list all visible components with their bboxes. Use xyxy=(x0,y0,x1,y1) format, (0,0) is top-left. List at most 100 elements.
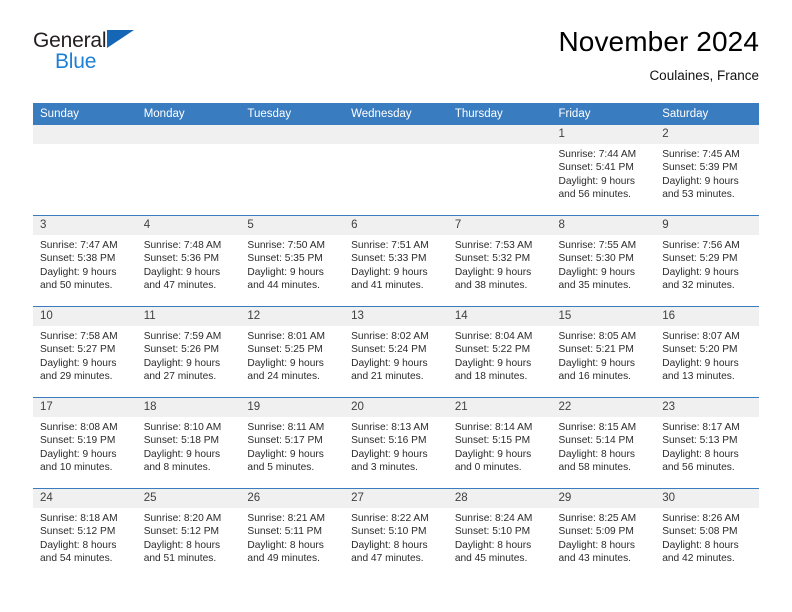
day-details: Sunrise: 8:24 AM Sunset: 5:10 PM Daylight:… xyxy=(448,508,552,566)
calendar-cell-day[interactable]: 8 Sunrise: 7:55 AM Sunset: 5:30 PM Daylight… xyxy=(551,215,656,307)
calendar-cell-day[interactable]: 21 Sunrise: 8:14 AM Sunset: 5:15 PM Dayligh… xyxy=(447,397,552,489)
day-sunset-text: Sunset: 5:10 PM xyxy=(454,526,531,538)
day-sunset-text: Sunset: 5:12 PM xyxy=(143,526,220,538)
day-sunset-text: Sunset: 5:09 PM xyxy=(558,526,634,538)
day-details: Sunrise: 8:18 AM Sunset: 5:12 PM Daylight:… xyxy=(33,508,137,566)
day-details: Sunrise: 7:53 AM Sunset: 5:32 PM Daylight:… xyxy=(448,235,552,293)
day-daylight1-text: Daylight: 9 hours xyxy=(143,448,221,460)
day-details: Sunrise: 8:07 AM Sunset: 5:20 PM Daylight:… xyxy=(655,326,759,384)
day-daylight2-text: and 49 minutes. xyxy=(247,553,320,565)
day-sunrise-text: Sunrise: 8:18 AM xyxy=(40,513,118,524)
calendar-cell-day[interactable]: 13 Sunrise: 8:02 AM Sunset: 5:24 PM Dayligh… xyxy=(344,306,448,398)
calendar-cell-day[interactable]: 18 Sunrise: 8:10 AM Sunset: 5:18 PM Dayligh… xyxy=(136,397,241,489)
day-daylight2-text: and 16 minutes. xyxy=(558,371,632,383)
day-details: Sunrise: 8:01 AM Sunset: 5:25 PM Daylight:… xyxy=(240,326,344,384)
calendar-cell-inner: 20 Sunrise: 8:13 AM Sunset: 5:16 PM Dayligh… xyxy=(344,398,448,488)
day-sunrise-text: Sunrise: 8:17 AM xyxy=(662,422,740,433)
day-sunrise-text: Sunrise: 8:25 AM xyxy=(558,513,637,524)
day-sunset-text: Sunset: 5:29 PM xyxy=(662,253,738,265)
calendar-cell-day[interactable]: 5 Sunrise: 7:50 AM Sunset: 5:35 PM Daylight… xyxy=(240,215,345,307)
day-sunset-text: Sunset: 5:12 PM xyxy=(40,526,116,538)
day-details: Sunrise: 8:02 AM Sunset: 5:24 PM Daylight:… xyxy=(344,326,448,384)
day-number: 4 xyxy=(136,216,241,235)
day-sunset-text: Sunset: 5:39 PM xyxy=(662,162,738,174)
calendar-header-row: Sunday Monday Tuesday Wednesday Thursday… xyxy=(33,103,759,125)
calendar-cell-day[interactable]: 28 Sunrise: 8:24 AM Sunset: 5:10 PM Dayligh… xyxy=(447,488,552,579)
calendar-cell-inner: 1 Sunrise: 7:44 AM Sunset: 5:41 PM Daylight… xyxy=(551,125,656,215)
day-daylight2-text: and 24 minutes. xyxy=(247,371,320,383)
day-details: Sunrise: 8:11 AM Sunset: 5:17 PM Daylight:… xyxy=(240,417,344,475)
calendar-cell-day[interactable]: 16 Sunrise: 8:07 AM Sunset: 5:20 PM Dayligh… xyxy=(655,306,759,398)
day-daylight2-text: and 41 minutes. xyxy=(351,280,424,292)
day-details: Sunrise: 8:10 AM Sunset: 5:18 PM Daylight:… xyxy=(137,417,241,475)
day-daylight1-text: Daylight: 9 hours xyxy=(143,266,221,278)
calendar-cell-day[interactable]: 30 Sunrise: 8:26 AM Sunset: 5:08 PM Dayligh… xyxy=(655,488,759,579)
calendar-cell-day[interactable]: 2 Sunrise: 7:45 AM Sunset: 5:39 PM Daylight… xyxy=(655,125,759,216)
calendar-cell-day[interactable]: 20 Sunrise: 8:13 AM Sunset: 5:16 PM Dayligh… xyxy=(344,397,448,489)
day-sunrise-text: Sunrise: 7:44 AM xyxy=(558,149,637,160)
day-sunrise-text: Sunrise: 7:51 AM xyxy=(351,240,429,251)
calendar-cell-day[interactable]: 10 Sunrise: 7:58 AM Sunset: 5:27 PM Dayligh… xyxy=(33,306,137,398)
calendar-cell-day[interactable]: 11 Sunrise: 7:59 AM Sunset: 5:26 PM Dayligh… xyxy=(136,306,241,398)
day-details: Sunrise: 7:58 AM Sunset: 5:27 PM Daylight:… xyxy=(33,326,137,384)
calendar-cell-inner: 6 Sunrise: 7:51 AM Sunset: 5:33 PM Daylight… xyxy=(344,216,448,306)
calendar-cell-day[interactable]: 14 Sunrise: 8:04 AM Sunset: 5:22 PM Dayligh… xyxy=(447,306,552,398)
day-details: Sunrise: 8:08 AM Sunset: 5:19 PM Daylight:… xyxy=(33,417,137,475)
calendar-cell-day[interactable]: 26 Sunrise: 8:21 AM Sunset: 5:11 PM Dayligh… xyxy=(240,488,345,579)
calendar-cell-day[interactable]: 23 Sunrise: 8:17 AM Sunset: 5:13 PM Dayligh… xyxy=(655,397,759,489)
day-daylight1-text: Daylight: 8 hours xyxy=(558,539,635,551)
day-daylight2-text: and 0 minutes. xyxy=(454,462,522,474)
calendar-cell-day[interactable]: 27 Sunrise: 8:22 AM Sunset: 5:10 PM Dayligh… xyxy=(344,488,448,579)
day-daylight1-text: Daylight: 9 hours xyxy=(558,266,635,278)
page-title: November 2024 xyxy=(558,26,759,57)
calendar-cell-inner: 15 Sunrise: 8:05 AM Sunset: 5:21 PM Dayligh… xyxy=(551,307,656,397)
calendar-cell-day[interactable]: 19 Sunrise: 8:11 AM Sunset: 5:17 PM Dayligh… xyxy=(240,397,345,489)
calendar-cell-inner xyxy=(447,125,552,215)
calendar-cell-day[interactable]: 15 Sunrise: 8:05 AM Sunset: 5:21 PM Dayligh… xyxy=(551,306,656,398)
day-number: 30 xyxy=(655,489,759,508)
day-daylight1-text: Daylight: 8 hours xyxy=(351,539,428,551)
calendar-cell-inner xyxy=(344,125,448,215)
calendar-cell-inner: 30 Sunrise: 8:26 AM Sunset: 5:08 PM Dayligh… xyxy=(655,489,759,579)
calendar-cell-inner: 8 Sunrise: 7:55 AM Sunset: 5:30 PM Daylight… xyxy=(551,216,656,306)
day-details: Sunrise: 8:22 AM Sunset: 5:10 PM Daylight:… xyxy=(344,508,448,566)
day-number: 8 xyxy=(551,216,656,235)
day-sunset-text: Sunset: 5:13 PM xyxy=(662,435,738,447)
day-daylight1-text: Daylight: 8 hours xyxy=(247,539,324,551)
calendar-cell-day[interactable]: 9 Sunrise: 7:56 AM Sunset: 5:29 PM Daylight… xyxy=(655,215,759,307)
calendar-cell-day[interactable]: 4 Sunrise: 7:48 AM Sunset: 5:36 PM Daylight… xyxy=(136,215,241,307)
calendar-cell-day[interactable]: 22 Sunrise: 8:15 AM Sunset: 5:14 PM Dayligh… xyxy=(551,397,656,489)
day-number xyxy=(33,125,137,144)
calendar-cell-day[interactable]: 12 Sunrise: 8:01 AM Sunset: 5:25 PM Dayligh… xyxy=(240,306,345,398)
calendar-cell-inner xyxy=(240,125,345,215)
calendar-cell-inner xyxy=(136,125,241,215)
day-sunrise-text: Sunrise: 7:48 AM xyxy=(143,240,222,251)
day-number: 14 xyxy=(447,307,552,326)
weekday-header-monday: Monday xyxy=(136,103,241,125)
day-details: Sunrise: 7:44 AM Sunset: 5:41 PM Daylight:… xyxy=(552,144,656,202)
calendar-cell-empty xyxy=(240,125,345,216)
day-details: Sunrise: 7:55 AM Sunset: 5:30 PM Daylight:… xyxy=(552,235,656,293)
calendar-cell-day[interactable]: 6 Sunrise: 7:51 AM Sunset: 5:33 PM Daylight… xyxy=(344,215,448,307)
day-number xyxy=(447,125,552,144)
logo-text-general: General xyxy=(33,29,107,52)
calendar-cell-day[interactable]: 29 Sunrise: 8:25 AM Sunset: 5:09 PM Dayligh… xyxy=(551,488,656,579)
calendar-cell-day[interactable]: 25 Sunrise: 8:20 AM Sunset: 5:12 PM Dayligh… xyxy=(136,488,241,579)
day-daylight1-text: Daylight: 9 hours xyxy=(351,266,428,278)
weekday-header-sunday: Sunday xyxy=(33,103,137,125)
day-details: Sunrise: 7:47 AM Sunset: 5:38 PM Daylight:… xyxy=(33,235,137,293)
day-sunrise-text: Sunrise: 8:15 AM xyxy=(558,422,637,433)
calendar-cell-day[interactable]: 3 Sunrise: 7:47 AM Sunset: 5:38 PM Daylight… xyxy=(33,215,137,307)
weekday-header-wednesday: Wednesday xyxy=(344,103,448,125)
general-blue-logo[interactable]: General Blue xyxy=(33,27,153,75)
day-number: 27 xyxy=(344,489,448,508)
calendar-cell-day[interactable]: 17 Sunrise: 8:08 AM Sunset: 5:19 PM Dayligh… xyxy=(33,397,137,489)
day-daylight1-text: Daylight: 9 hours xyxy=(40,448,117,460)
day-number: 12 xyxy=(240,307,345,326)
day-daylight1-text: Daylight: 9 hours xyxy=(40,357,117,369)
calendar-cell-day[interactable]: 7 Sunrise: 7:53 AM Sunset: 5:32 PM Daylight… xyxy=(447,215,552,307)
calendar-cell-inner: 2 Sunrise: 7:45 AM Sunset: 5:39 PM Daylight… xyxy=(655,125,759,215)
day-details: Sunrise: 8:17 AM Sunset: 5:13 PM Daylight:… xyxy=(655,417,759,475)
calendar-cell-day[interactable]: 1 Sunrise: 7:44 AM Sunset: 5:41 PM Daylight… xyxy=(551,125,656,216)
calendar-cell-day[interactable]: 24 Sunrise: 8:18 AM Sunset: 5:12 PM Dayligh… xyxy=(33,488,137,579)
